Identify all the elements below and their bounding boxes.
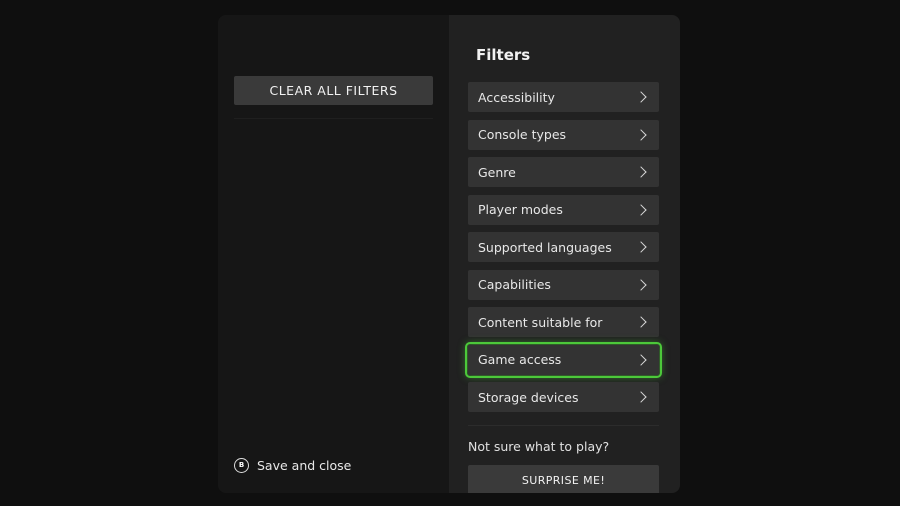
surprise-me-button[interactable]: SURPRISE ME! bbox=[468, 465, 659, 493]
filters-title: Filters bbox=[476, 46, 531, 64]
not-sure-prompt: Not sure what to play? bbox=[468, 439, 610, 454]
filter-item-game-access[interactable]: Game access bbox=[465, 341, 662, 378]
divider bbox=[468, 425, 659, 426]
filter-item-supported-languages[interactable]: Supported languages bbox=[468, 232, 659, 262]
filter-item-console-types[interactable]: Console types bbox=[468, 119, 659, 150]
filter-item-genre[interactable]: Genre bbox=[468, 157, 659, 187]
filter-item-label: Genre bbox=[478, 164, 516, 180]
divider bbox=[234, 118, 433, 119]
b-button-icon: B bbox=[234, 457, 249, 473]
chevron-right-icon bbox=[635, 241, 647, 253]
chevron-right-icon bbox=[635, 166, 647, 178]
chevron-right-icon bbox=[635, 203, 647, 216]
save-and-close-label: Save and close bbox=[257, 457, 352, 473]
filter-item-accessibility[interactable]: Accessibility bbox=[468, 82, 659, 112]
chevron-right-icon bbox=[635, 353, 647, 366]
chevron-right-icon bbox=[635, 316, 647, 328]
chevron-right-icon bbox=[635, 391, 647, 403]
filters-dialog: CLEAR ALL FILTERS B Save and close Filte… bbox=[218, 15, 680, 493]
filter-item-label: Supported languages bbox=[478, 239, 612, 255]
filter-item-label: Game access bbox=[478, 352, 562, 367]
filter-item-content-suitable-for[interactable]: Content suitable for bbox=[468, 307, 659, 337]
filter-item-label: Accessibility bbox=[478, 89, 555, 105]
filter-list: Accessibility Console types Genre Player… bbox=[465, 82, 662, 420]
clear-all-filters-button[interactable]: CLEAR ALL FILTERS bbox=[234, 76, 433, 105]
filter-item-capabilities[interactable]: Capabilities bbox=[468, 269, 659, 300]
chevron-right-icon bbox=[635, 91, 647, 103]
filter-item-label: Console types bbox=[478, 127, 567, 142]
save-and-close-hint[interactable]: B Save and close bbox=[234, 456, 351, 474]
filter-item-player-modes[interactable]: Player modes bbox=[468, 194, 659, 225]
filter-item-label: Player modes bbox=[478, 202, 563, 217]
filter-item-label: Content suitable for bbox=[478, 314, 603, 330]
filter-item-label: Capabilities bbox=[478, 277, 551, 292]
chevron-right-icon bbox=[635, 128, 647, 141]
filter-item-storage-devices[interactable]: Storage devices bbox=[468, 382, 659, 412]
right-pane: Filters Accessibility Console types Genr… bbox=[449, 15, 680, 493]
chevron-right-icon bbox=[635, 278, 647, 291]
filter-item-label: Storage devices bbox=[478, 389, 579, 405]
left-pane: CLEAR ALL FILTERS B Save and close bbox=[218, 15, 449, 493]
